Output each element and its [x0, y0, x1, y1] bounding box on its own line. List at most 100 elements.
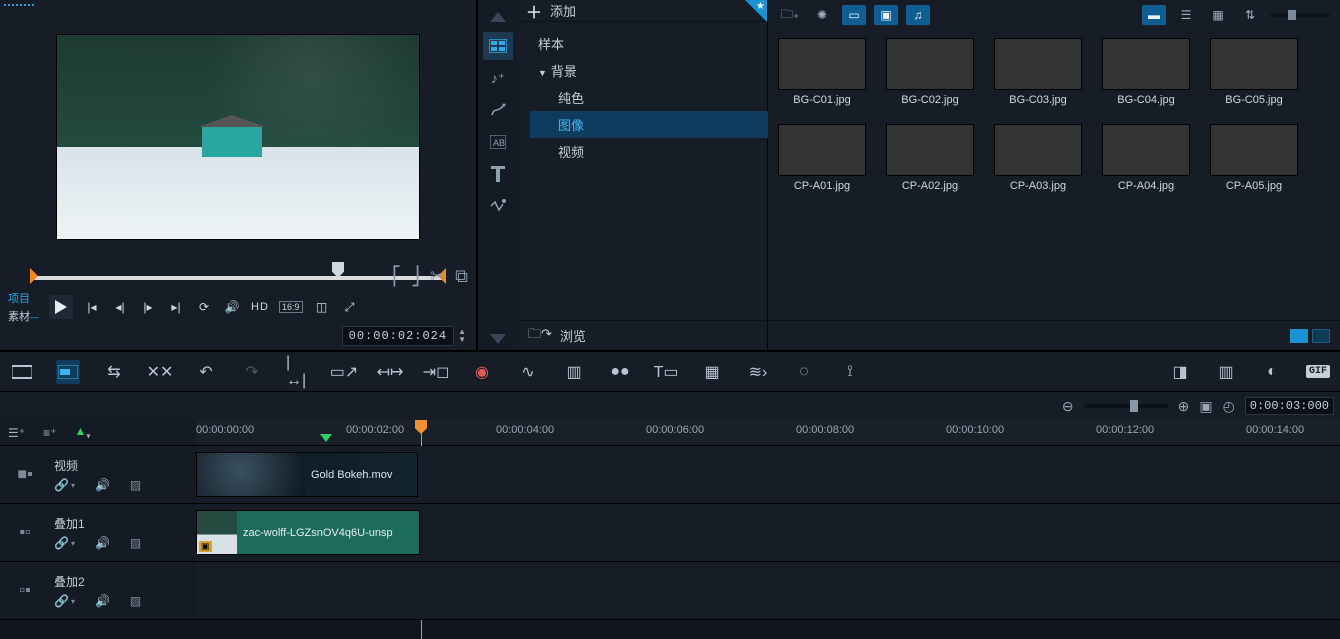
copy-icon[interactable]: ⧉ — [455, 266, 468, 287]
redo-icon[interactable]: ↷ — [240, 360, 264, 384]
grid-cells-icon[interactable]: ▦ — [700, 360, 724, 384]
volume-button[interactable]: 🔊 — [223, 298, 241, 316]
scrub-bar[interactable]: ⎡ ⎦ ✂ ⧉ — [0, 264, 476, 292]
library-thumb[interactable]: BG-C02.jpg — [886, 38, 974, 106]
tree-image[interactable]: 图像 — [530, 111, 768, 138]
replace-icon[interactable]: ⇆ — [102, 360, 126, 384]
clip-gold-bokeh[interactable]: Gold Bokeh.mov — [196, 452, 418, 497]
audio-wave-icon[interactable]: ∿ — [516, 360, 540, 384]
browse-folder-icon[interactable]: 🗀↷ — [528, 325, 552, 347]
view-grid-icon[interactable]: ▦ — [1206, 5, 1230, 25]
hd-toggle[interactable]: HD — [251, 298, 269, 316]
timeline-zoom-slider[interactable] — [1084, 404, 1168, 408]
rail-transition-icon[interactable] — [483, 96, 513, 124]
view-list-icon[interactable]: ☰ — [1174, 5, 1198, 25]
thumb-zoom-slider[interactable] — [1270, 13, 1330, 17]
track-options-2-icon[interactable]: ≡⁺ — [43, 426, 56, 440]
zoom-fit-icon[interactable]: ▣ — [1199, 398, 1212, 415]
go-end-button[interactable]: ▸| — [167, 298, 185, 316]
rail-text-icon[interactable] — [483, 160, 513, 188]
import-folder-icon[interactable]: 🗀₊ — [778, 5, 802, 25]
sort-icon[interactable]: ⇅ — [1238, 5, 1262, 25]
track-link-icon[interactable]: 🔗▾ — [54, 478, 75, 492]
tree-background[interactable]: ▼背景 — [530, 57, 768, 84]
panel-drag-handle[interactable] — [0, 0, 476, 10]
marker-add-icon[interactable]: ▲▾ — [74, 424, 90, 440]
fit-width-icon[interactable]: |↔| — [286, 360, 310, 384]
track-options-1-icon[interactable]: ☰⁺ — [8, 426, 25, 440]
timeline-view-icon[interactable] — [56, 360, 80, 384]
library-thumb[interactable]: BG-C05.jpg — [1210, 38, 1298, 106]
rail-title-icon[interactable]: AB — [483, 128, 513, 156]
tree-sample[interactable]: 样本 — [530, 30, 768, 57]
track-link-icon[interactable]: 🔗▾ — [54, 594, 75, 608]
timeline-marker[interactable] — [320, 434, 332, 442]
track-fx-icon[interactable]: ▨ — [130, 594, 141, 608]
record-icon[interactable]: ◉ — [470, 360, 494, 384]
library-thumb[interactable]: BG-C04.jpg — [1102, 38, 1190, 106]
storyboard-view-icon[interactable] — [10, 360, 34, 384]
rail-collapse-up-icon[interactable] — [483, 6, 513, 28]
rail-fx-icon[interactable] — [483, 192, 513, 220]
layout-pane-1[interactable] — [1290, 329, 1308, 343]
tools-icon[interactable]: ✕✕ — [148, 360, 172, 384]
capture-icon[interactable]: ✺ — [810, 5, 834, 25]
step-back-button[interactable]: ◂| — [111, 298, 129, 316]
play-button[interactable] — [49, 295, 73, 319]
mark-in-handle[interactable] — [30, 268, 38, 284]
preview-timecode[interactable]: 00:00:02:024 — [342, 326, 454, 346]
zoom-in-icon[interactable]: ⊕ — [1178, 398, 1190, 415]
library-thumb[interactable]: BG-C03.jpg — [994, 38, 1082, 106]
chapter-icon[interactable]: ▥ — [562, 360, 586, 384]
track-mute-icon[interactable]: 🔊 — [95, 536, 110, 550]
expand-button[interactable]: ⤢ — [341, 298, 359, 316]
loop-button[interactable]: ⟳ — [195, 298, 213, 316]
preview-viewport[interactable] — [0, 10, 476, 264]
rail-audio-icon[interactable]: ♪⁺ — [483, 64, 513, 92]
add-label[interactable]: 添加 — [550, 1, 576, 20]
mark-in-icon[interactable]: ⎡ — [392, 266, 401, 287]
playhead[interactable] — [415, 420, 427, 434]
fit-project-icon[interactable]: ▭↗ — [332, 360, 356, 384]
mode-asset[interactable]: 素材— — [8, 308, 39, 324]
library-thumb[interactable]: CP-A02.jpg — [886, 124, 974, 192]
rail-expand-down-icon[interactable] — [483, 328, 513, 350]
gif-export-button[interactable]: GIF — [1306, 360, 1330, 384]
timeline-ruler[interactable]: 00:00:00:0000:00:02:0000:00:04:0000:00:0… — [196, 420, 1340, 445]
browse-label[interactable]: 浏览 — [560, 326, 586, 345]
subtitle-icon[interactable]: T▭ — [654, 360, 678, 384]
add-plus-icon[interactable]: ＋ — [526, 0, 542, 23]
library-thumb[interactable]: CP-A05.jpg — [1210, 124, 1298, 192]
library-thumb[interactable]: CP-A01.jpg — [778, 124, 866, 192]
track-link-icon[interactable]: 🔗▾ — [54, 536, 75, 550]
split-scissors-icon[interactable]: ✂ — [430, 266, 445, 287]
track-motion-icon[interactable]: ⟟ — [838, 360, 862, 384]
library-thumb[interactable]: CP-A04.jpg — [1102, 124, 1190, 192]
3d-icon[interactable]: ◨ — [1168, 360, 1192, 384]
insert-icon[interactable]: ⇥◻ — [424, 360, 448, 384]
filter-image-icon[interactable]: ▣ — [874, 5, 898, 25]
library-thumb[interactable]: BG-C01.jpg — [778, 38, 866, 106]
track-mute-icon[interactable]: 🔊 — [95, 478, 110, 492]
aspect-ratio-button[interactable]: 16:9 — [279, 301, 303, 313]
rail-media-icon[interactable] — [483, 32, 513, 60]
library-thumb[interactable]: CP-A03.jpg — [994, 124, 1082, 192]
track-overlay1-icon[interactable]: ▪▫ — [0, 524, 50, 542]
undo-icon[interactable]: ↶ — [194, 360, 218, 384]
mark-out-icon[interactable]: ⎦ — [411, 266, 420, 287]
track-fx-icon[interactable]: ▨ — [130, 478, 141, 492]
go-start-button[interactable]: |◂ — [83, 298, 101, 316]
contrast-icon[interactable]: ◐ — [1260, 360, 1284, 384]
layout-pane-2[interactable] — [1312, 329, 1330, 343]
track-fx-icon[interactable]: ▨ — [130, 536, 141, 550]
mask-icon[interactable]: ◌ — [792, 360, 816, 384]
step-fwd-button[interactable]: |▸ — [139, 298, 157, 316]
clock-icon[interactable]: ◴ — [1223, 398, 1235, 415]
track-overlay2-icon[interactable]: ▫▪ — [0, 582, 50, 600]
tree-video[interactable]: 视频 — [530, 138, 768, 165]
project-timecode[interactable]: 0:00:03:000 — [1245, 397, 1334, 415]
track-mute-icon[interactable]: 🔊 — [95, 594, 110, 608]
filmstrip-icon[interactable]: ▥ — [1214, 360, 1238, 384]
view-thumb-icon[interactable]: ▬ — [1142, 5, 1166, 25]
split-arrows-icon[interactable]: ↤↦ — [378, 360, 402, 384]
